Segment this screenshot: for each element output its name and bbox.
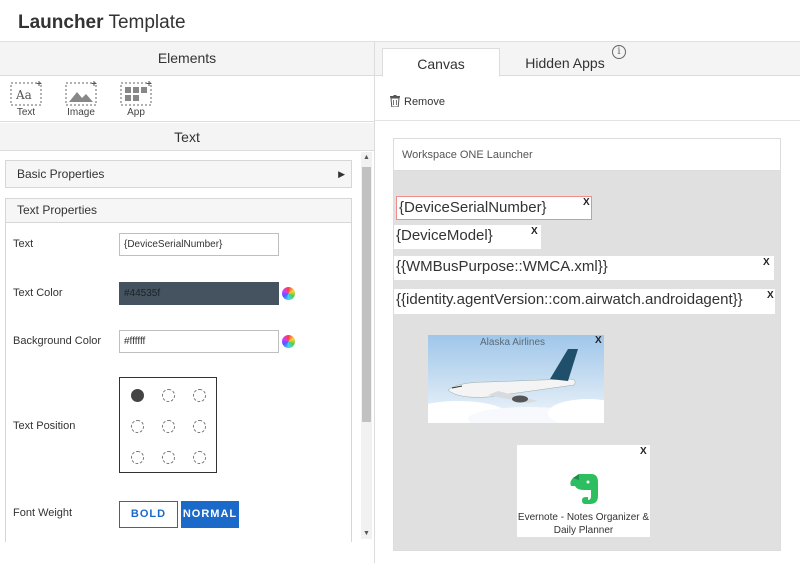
scroll-up-icon[interactable]: ▲ bbox=[361, 152, 372, 163]
basic-properties-label: Basic Properties bbox=[17, 167, 105, 181]
position-bottom-right[interactable] bbox=[193, 451, 206, 464]
close-icon[interactable]: X bbox=[767, 290, 774, 301]
info-icon[interactable]: i bbox=[612, 45, 626, 59]
canvas-image-airplane[interactable]: Alaska Airlines bbox=[428, 335, 604, 423]
background-color-input[interactable]: #ffffff bbox=[119, 330, 279, 353]
scroll-thumb[interactable] bbox=[362, 167, 371, 422]
text-label: Text bbox=[13, 238, 34, 250]
tab-canvas[interactable]: Canvas bbox=[382, 48, 500, 77]
position-top-left[interactable] bbox=[131, 389, 144, 402]
basic-properties-accordion[interactable]: Basic Properties ▶ bbox=[5, 160, 352, 188]
position-bottom-left[interactable] bbox=[131, 451, 144, 464]
position-middle-right[interactable] bbox=[193, 420, 206, 433]
text-position-grid bbox=[119, 377, 217, 473]
close-icon[interactable]: X bbox=[763, 257, 770, 268]
svg-text:Aa: Aa bbox=[15, 88, 32, 102]
position-top-right[interactable] bbox=[193, 389, 206, 402]
color-picker-icon[interactable] bbox=[282, 287, 295, 300]
elements-header: Elements bbox=[0, 41, 375, 76]
normal-button[interactable]: NORMAL bbox=[181, 501, 239, 528]
palette-text[interactable]: Aa Text bbox=[6, 80, 46, 118]
position-middle-center[interactable] bbox=[162, 420, 175, 433]
font-weight-label: Font Weight bbox=[13, 507, 73, 519]
properties-scrollbar[interactable]: ▲ ▼ bbox=[361, 152, 372, 539]
palette-image[interactable]: Image bbox=[61, 80, 101, 118]
close-icon[interactable]: X bbox=[531, 226, 538, 237]
chevron-right-icon: ▶ bbox=[338, 169, 345, 179]
canvas-text-serial-value: {DeviceSerialNumber} bbox=[399, 199, 547, 216]
image-caption: Alaska Airlines bbox=[480, 337, 546, 348]
title-bold: Launcher bbox=[18, 12, 104, 33]
app-element-icon bbox=[120, 81, 152, 106]
image-element-icon bbox=[65, 81, 97, 106]
text-input[interactable]: {DeviceSerialNumber} bbox=[119, 233, 279, 256]
canvas-text-agent-version[interactable]: {{identity.agentVersion::com.airwatch.an… bbox=[394, 289, 775, 314]
element-palette: Aa Text Image App bbox=[0, 76, 374, 122]
canvas-text-agent-version-value: {{identity.agentVersion::com.airwatch.an… bbox=[396, 291, 743, 308]
remove-label: Remove bbox=[404, 96, 445, 108]
position-middle-left[interactable] bbox=[131, 420, 144, 433]
properties-section-title: Text bbox=[0, 123, 374, 151]
canvas-text-model-value: {DeviceModel} bbox=[396, 227, 493, 244]
bold-button[interactable]: BOLD bbox=[119, 501, 178, 528]
evernote-elephant-icon bbox=[570, 474, 598, 504]
tab-hidden-apps[interactable]: Hidden Apps bbox=[510, 48, 620, 77]
scroll-down-icon[interactable]: ▼ bbox=[361, 528, 372, 539]
toolbar-divider bbox=[375, 120, 800, 121]
canvas-text-model[interactable]: {DeviceModel} bbox=[394, 225, 541, 249]
airplane-image bbox=[428, 335, 604, 423]
launcher-canvas[interactable]: Workspace ONE Launcher {DeviceSerialNumb… bbox=[393, 138, 781, 551]
close-icon[interactable]: X bbox=[640, 446, 647, 457]
text-color-label: Text Color bbox=[13, 287, 63, 299]
canvas-title: Workspace ONE Launcher bbox=[394, 139, 780, 171]
position-bottom-center[interactable] bbox=[162, 451, 175, 464]
text-properties-header: Text Properties bbox=[6, 199, 351, 223]
background-color-label: Background Color bbox=[13, 335, 102, 347]
bg-color-picker-icon[interactable] bbox=[282, 335, 295, 348]
palette-image-label: Image bbox=[67, 107, 95, 118]
close-icon[interactable]: X bbox=[595, 335, 602, 346]
canvas-text-purpose[interactable]: {{WMBusPurpose::WMCA.xml}} bbox=[394, 256, 774, 280]
remove-button[interactable]: Remove bbox=[390, 95, 445, 108]
position-top-center[interactable] bbox=[162, 389, 175, 402]
app-name: Evernote - Notes Organizer & Daily Plann… bbox=[517, 512, 650, 536]
palette-text-label: Text bbox=[16, 107, 36, 118]
close-icon[interactable]: X bbox=[583, 197, 590, 208]
trash-icon bbox=[390, 95, 400, 107]
page-title: Launcher Template bbox=[18, 12, 186, 34]
text-color-input[interactable]: #44535f bbox=[119, 282, 279, 305]
canvas-text-purpose-value: {{WMBusPurpose::WMCA.xml}} bbox=[396, 258, 608, 275]
palette-app[interactable]: App bbox=[116, 80, 156, 118]
palette-app-label: App bbox=[127, 107, 145, 118]
text-element-icon: Aa bbox=[10, 81, 42, 106]
canvas-text-serial[interactable]: {DeviceSerialNumber} bbox=[396, 196, 592, 220]
title-light: Template bbox=[108, 12, 186, 33]
text-position-label: Text Position bbox=[13, 420, 76, 432]
canvas-app-evernote[interactable]: Evernote - Notes Organizer & Daily Plann… bbox=[517, 445, 650, 537]
